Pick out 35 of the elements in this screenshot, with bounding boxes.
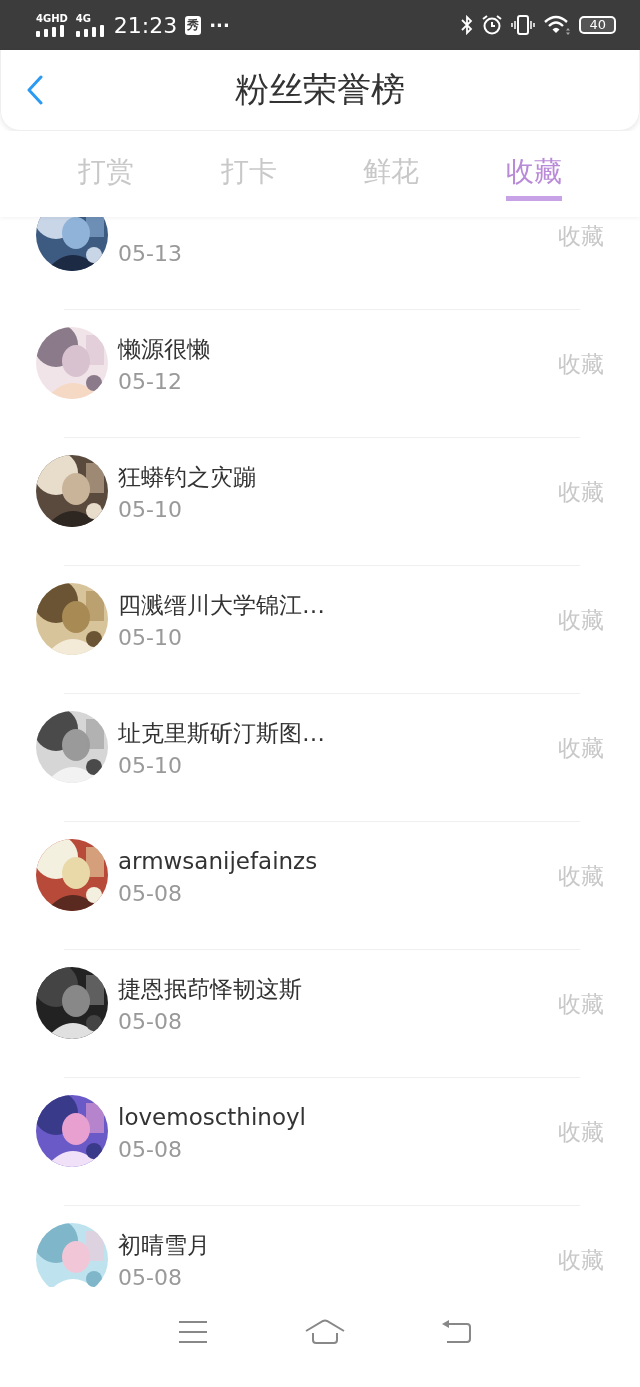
- alarm-clock-icon: [481, 14, 504, 36]
- signal-icon: [75, 25, 106, 37]
- back-icon[interactable]: [440, 1319, 473, 1345]
- battery-indicator: 40: [579, 16, 616, 34]
- fan-name: 捷恩抿茚怿韧这斯: [118, 975, 303, 1004]
- date-label: 05-08: [118, 880, 183, 908]
- date-label: 05-08: [118, 1008, 183, 1036]
- date-label: 05-10: [118, 752, 183, 780]
- vibrate-icon: [511, 14, 536, 36]
- fan-name: 懒源很懒: [118, 335, 211, 364]
- page-title: 粉丝荣誉榜: [235, 68, 405, 111]
- fan-name: 四溅缙川大学锦江…: [118, 591, 326, 620]
- app-badge: 秀: [185, 15, 202, 35]
- fan-name: armwsanijefainzs: [118, 847, 319, 876]
- date-label: 05-12: [118, 368, 183, 396]
- home-icon[interactable]: [304, 1319, 346, 1345]
- more-indicator: ···: [209, 14, 230, 36]
- date-label: 05-13: [118, 240, 183, 268]
- status-time: 21:23: [113, 12, 178, 38]
- fan-name: 狂蟒钓之灾蹦: [118, 463, 257, 492]
- tab[interactable]: 收藏: [505, 137, 562, 201]
- menu-icon[interactable]: [177, 1320, 210, 1344]
- network-label: 4GHD: [36, 13, 68, 24]
- network-label: 4G: [75, 13, 92, 24]
- date-label: 05-08: [118, 1136, 183, 1164]
- wifi-icon: [543, 14, 572, 36]
- date-label: 05-08: [118, 1264, 183, 1287]
- date-label: 05-10: [118, 496, 183, 524]
- fan-name: 初晴雪月: [118, 1231, 211, 1260]
- back-button[interactable]: [26, 75, 44, 105]
- signal-icon: [36, 25, 66, 37]
- fan-name: lovemoscthinoyl: [118, 1103, 307, 1132]
- bluetooth-icon: [461, 15, 474, 35]
- date-label: 05-10: [118, 624, 183, 652]
- fan-name: 址克里斯斫汀斯图…: [118, 719, 326, 748]
